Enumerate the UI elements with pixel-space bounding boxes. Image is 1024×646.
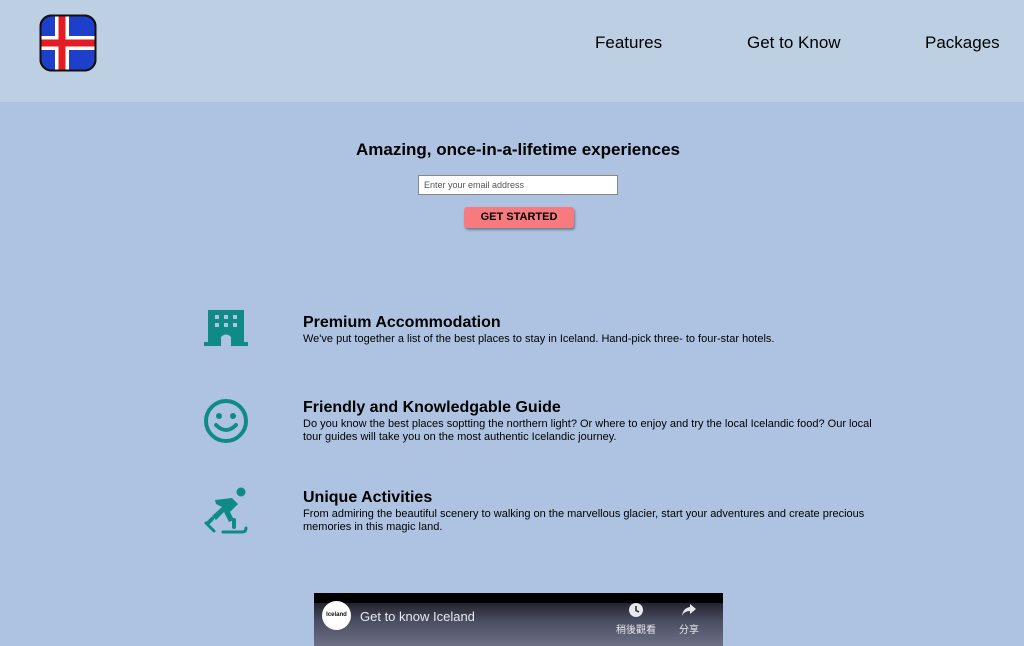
header: Features Get to Know Packages <box>0 0 1024 102</box>
email-input[interactable] <box>418 175 618 195</box>
ice-skating-icon <box>204 487 248 534</box>
nav-features[interactable]: Features <box>595 33 662 53</box>
feature-desc-activities: From admiring the beautiful scenery to w… <box>303 508 865 533</box>
video-title[interactable]: Get to know Iceland <box>360 609 475 624</box>
feature-title-activities: Unique Activities <box>303 489 433 506</box>
channel-avatar[interactable]: Iceland <box>322 601 351 630</box>
feature-desc-accommodation: We've put together a list of the best pl… <box>303 333 775 345</box>
nav-get-to-know[interactable]: Get to Know <box>747 33 841 53</box>
share-label: 分享 <box>679 625 699 636</box>
hero-title: Amazing, once-in-a-lifetime experiences <box>355 140 681 159</box>
clock-icon <box>629 603 643 617</box>
share-icon <box>682 604 696 616</box>
get-started-button[interactable]: GET STARTED <box>464 207 574 228</box>
smiley-icon <box>204 399 248 443</box>
video-player[interactable]: Iceland Get to know Iceland 稍後觀看 分享 <box>314 593 723 646</box>
feature-title-accommodation: Premium Accommodation <box>303 314 501 331</box>
hotel-icon <box>204 310 248 346</box>
feature-desc-guide: Do you know the best places soptting the… <box>303 418 872 443</box>
video-top-bar <box>314 593 723 603</box>
share-button[interactable]: 分享 <box>667 602 711 636</box>
feature-title-guide: Friendly and Knowledgable Guide <box>303 399 561 416</box>
watch-later-button[interactable]: 稍後觀看 <box>614 602 658 636</box>
watch-later-label: 稍後觀看 <box>616 625 656 636</box>
iceland-flag-icon[interactable] <box>39 14 97 72</box>
nav-packages[interactable]: Packages <box>925 33 1000 53</box>
